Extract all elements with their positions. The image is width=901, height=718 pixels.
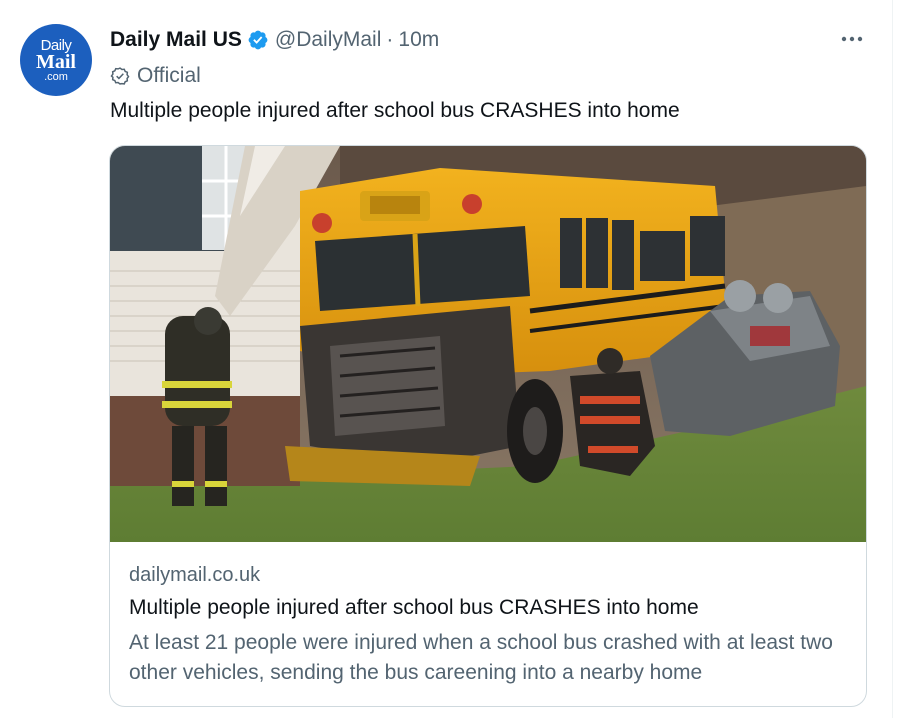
verified-badge-icon[interactable] (247, 29, 269, 51)
official-text: Official (137, 64, 201, 87)
display-name[interactable]: Daily Mail US (110, 28, 242, 52)
timeline-divider (892, 0, 893, 718)
school-bus-crash-photo[interactable] (110, 146, 866, 542)
tweet: Daily Mail .com Daily Mail US @DailyMail… (0, 0, 901, 718)
tweet-text: Multiple people injured after school bus… (110, 99, 680, 122)
tweet-header: Daily Mail US @DailyMail · 10m (110, 27, 439, 53)
avatar-line-2: Mail (36, 50, 76, 73)
official-badge-icon (110, 66, 130, 86)
timestamp[interactable]: 10m (398, 28, 439, 52)
card-description: At least 21 people were injured when a s… (129, 631, 833, 684)
card-domain[interactable]: dailymail.co.uk (129, 564, 260, 587)
card-title[interactable]: Multiple people injured after school bus… (129, 596, 699, 620)
more-options-icon[interactable] (839, 28, 865, 50)
avatar-line-3: .com (44, 70, 68, 83)
official-label: Official (110, 63, 201, 89)
handle[interactable]: @DailyMail (275, 28, 382, 52)
separator-dot: · (386, 28, 394, 51)
avatar[interactable]: Daily Mail .com (20, 24, 92, 96)
link-card[interactable]: dailymail.co.uk Multiple people injured … (109, 145, 867, 707)
